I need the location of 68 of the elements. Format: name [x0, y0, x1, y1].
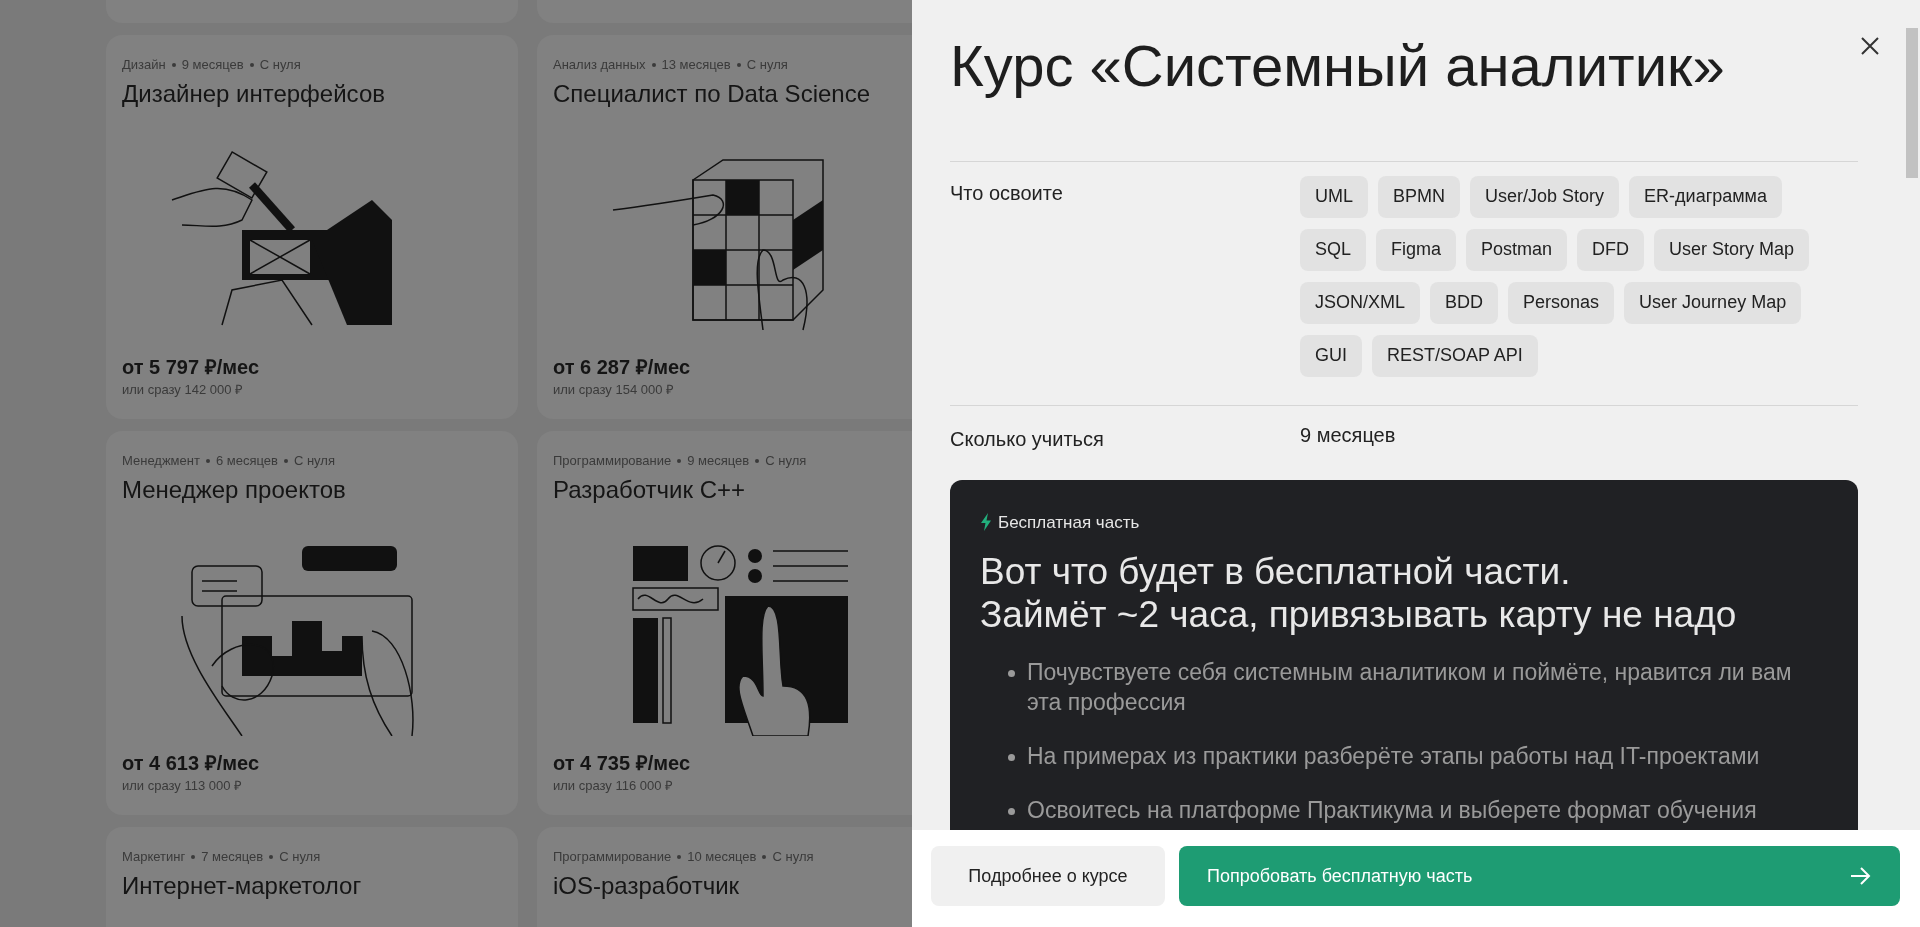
- skill-tag: User Story Map: [1654, 228, 1810, 271]
- course-meta: С нуля: [259, 56, 301, 74]
- course-title: Интернет-маркетолог: [122, 870, 363, 901]
- course-price: от 5 797 ₽/мес: [122, 354, 260, 380]
- course-title: iOS-разработчик: [553, 870, 741, 901]
- course-title: Разработчик С++: [553, 474, 746, 505]
- bullet-icon: [1008, 807, 1015, 815]
- skill-tag: REST/SOAP API: [1372, 334, 1538, 377]
- course-card[interactable]: Менеджмент 6 месяцев С нуля Менеджер проектов от 4 613 ₽/мес или сразу 113 000 ₽: [106, 431, 518, 815]
- free-part-label: Бесплатная часть: [998, 511, 1140, 534]
- free-part-bullet: На примерах из практики разберёте этапы работы над IT-проектами: [1027, 741, 1760, 771]
- course-title: Специалист по Data Science: [553, 78, 871, 109]
- course-meta: Анализ данных: [553, 56, 646, 74]
- course-card[interactable]: Программирование 10 месяцев С нуля iOS-разработчик: [537, 827, 912, 927]
- skill-tag: BPMN: [1378, 175, 1461, 218]
- skills-label: Что освоите: [950, 180, 1064, 206]
- try-free-button[interactable]: Попробовать бесплатную часть: [1179, 846, 1900, 906]
- skill-tag: Postman: [1466, 228, 1568, 271]
- course-title-heading: Курс «Системный аналитик»: [950, 32, 1725, 100]
- course-meta: С нуля: [746, 56, 788, 74]
- bullet-icon: [1008, 753, 1015, 761]
- course-full-price: или сразу 113 000 ₽: [122, 776, 244, 795]
- course-card[interactable]: Анализ данных 13 месяцев С нуля Специалист по Data Science от 6 287 ₽/мес или сразу 154 000 ₽: [537, 35, 912, 419]
- course-meta: Программирование: [553, 848, 672, 866]
- course-full-price: или сразу 154 000 ₽: [553, 380, 676, 399]
- course-card[interactable]: Маркетинг 7 месяцев С нуля Интернет-маркетолог: [106, 827, 518, 927]
- course-meta: С нуля: [765, 452, 807, 470]
- course-full-price: или сразу 142 000 ₽: [122, 380, 245, 399]
- skill-tag: DFD: [1577, 228, 1645, 271]
- course-meta: 7 месяцев: [201, 848, 264, 866]
- lightning-icon: [980, 513, 992, 532]
- course-meta: 9 месяцев: [687, 452, 750, 470]
- skill-tag: User/Job Story: [1470, 175, 1620, 218]
- course-card[interactable]: Программирование 9 месяцев С нуля Разработчик С++ от 4 735 ₽/мес или сразу 116 000 ₽: [537, 431, 912, 815]
- skill-tag: SQL: [1300, 228, 1367, 271]
- course-meta: 9 месяцев: [181, 56, 244, 74]
- skill-tag: UML: [1300, 175, 1368, 218]
- course-meta: Программирование: [553, 452, 672, 470]
- course-meta: 6 месяцев: [215, 452, 278, 470]
- skill-tag: Personas: [1508, 281, 1615, 324]
- free-part-bullet: Освоитесь на платформе Практикума и выберете формат обучения: [1027, 795, 1757, 825]
- course-meta: С нуля: [293, 452, 335, 470]
- bullet-icon: [1008, 670, 1015, 678]
- course-meta: С нуля: [772, 848, 814, 866]
- course-meta: 13 месяцев: [661, 56, 731, 74]
- free-part-bullet: Почувствуете себя системным аналитиком и поймёте, нравится ли вам эта профессия: [1027, 658, 1793, 717]
- course-meta: Менеджмент: [122, 452, 200, 470]
- free-part-heading: Вот что будет в бесплатной части. Займёт ~2 часа, привязывать карту не надо: [980, 551, 1738, 637]
- course-meta: С нуля: [279, 848, 321, 866]
- course-meta: 10 месяцев: [687, 848, 757, 866]
- course-card[interactable]: Дизайн 9 месяцев С нуля Дизайнер интерфейсов от 5 797 ₽/мес или сразу 142 000 ₽: [106, 35, 518, 419]
- course-price: от 4 613 ₽/мес: [122, 750, 260, 776]
- course-meta: Дизайн: [122, 56, 166, 74]
- skill-tag: ER-диаграмма: [1629, 175, 1782, 218]
- duration-label: Сколько учиться: [950, 426, 1105, 452]
- duration-value: 9 месяцев: [1300, 422, 1396, 448]
- skill-tag: Figma: [1376, 228, 1457, 271]
- skill-tag: User Journey Map: [1624, 281, 1802, 324]
- course-price: от 4 735 ₽/мес: [553, 750, 691, 776]
- course-meta: Маркетинг: [122, 848, 186, 866]
- course-full-price: или сразу 116 000 ₽: [553, 776, 675, 795]
- course-title: Дизайнер интерфейсов: [122, 78, 386, 109]
- course-price: от 6 287 ₽/мес: [553, 354, 691, 380]
- skill-tag: JSON/XML: [1300, 281, 1421, 324]
- details-button[interactable]: Подробнее о курсе: [931, 846, 1165, 906]
- skill-tag: GUI: [1300, 334, 1362, 377]
- skill-tag: BDD: [1430, 281, 1499, 324]
- course-title: Менеджер проектов: [122, 474, 347, 505]
